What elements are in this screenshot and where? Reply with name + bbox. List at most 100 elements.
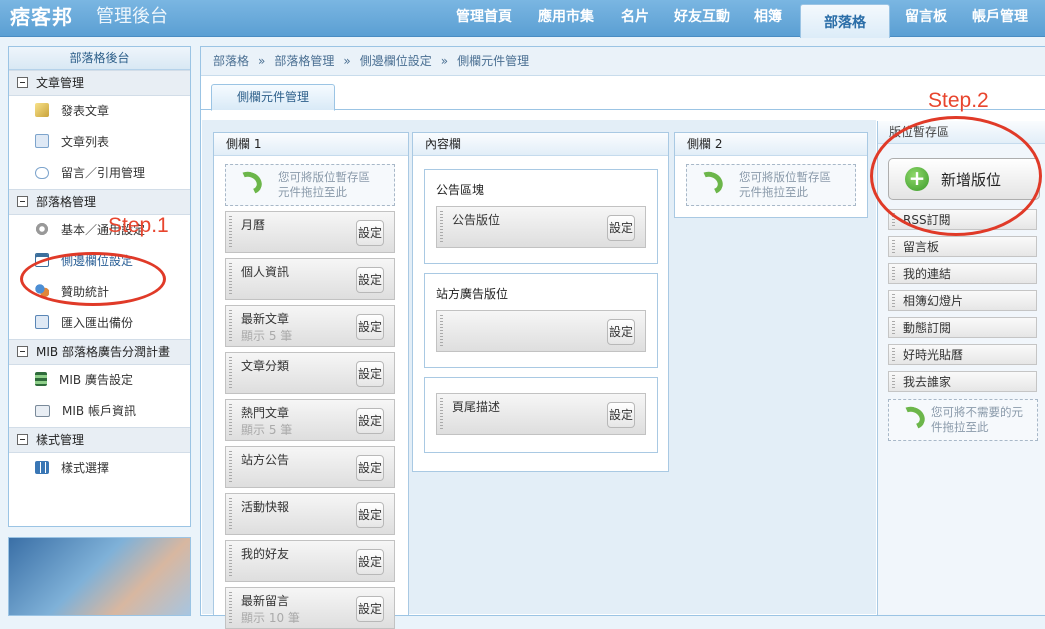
stored-widget-album-slideshow[interactable]: 相簿幻燈片 <box>888 290 1037 311</box>
nav-album[interactable]: 相簿 <box>746 0 790 36</box>
breadcrumb-separator: » <box>343 54 351 68</box>
drag-handle-icon[interactable] <box>892 240 895 253</box>
breadcrumb-link-sidebar-settings[interactable]: 側邊欄位設定 <box>360 54 432 68</box>
settings-button[interactable]: 設定 <box>356 220 384 246</box>
settings-button[interactable]: 設定 <box>607 319 635 345</box>
widget-event-news[interactable]: 活動快報 設定 <box>225 493 395 535</box>
trash-drop-zone[interactable]: 您可將不需要的元 件拖拉至此 <box>888 399 1038 441</box>
footer-block: 頁尾描述 設定 <box>424 377 658 453</box>
settings-button[interactable]: 設定 <box>356 361 384 387</box>
collapse-icon[interactable] <box>17 77 28 88</box>
widget-profile[interactable]: 個人資訊 設定 <box>225 258 395 300</box>
settings-button[interactable]: 設定 <box>356 549 384 575</box>
stored-widget-good-times-calendar[interactable]: 好時光貼曆 <box>888 344 1037 365</box>
sidebar-item-post-article[interactable]: 發表文章 <box>9 96 190 127</box>
settings-button[interactable]: 設定 <box>356 502 384 528</box>
stored-widget-label: 我去誰家 <box>903 375 952 389</box>
collapse-icon[interactable] <box>17 196 28 207</box>
collapse-icon[interactable] <box>17 434 28 445</box>
settings-button[interactable]: 設定 <box>356 596 384 622</box>
sidebar-item-comments[interactable]: 留言／引用管理 <box>9 158 190 189</box>
section-style-management[interactable]: 樣式管理 <box>9 427 190 453</box>
drag-handle-icon[interactable] <box>229 592 232 624</box>
widget-footer-description[interactable]: 頁尾描述 設定 <box>436 393 646 435</box>
drag-handle-icon[interactable] <box>229 357 232 389</box>
drop-hint-line: 您可將版位暫存區 <box>739 170 831 184</box>
drag-handle-icon[interactable] <box>229 545 232 577</box>
drag-handle-icon[interactable] <box>440 398 443 430</box>
nav-admin-home[interactable]: 管理首頁 <box>444 0 524 36</box>
settings-button[interactable]: 設定 <box>356 267 384 293</box>
widget-latest-comments[interactable]: 最新留言 顯示 10 筆 設定 <box>225 587 395 629</box>
sidebar-item-label: MIB 廣告設定 <box>59 373 133 387</box>
drag-handle-icon[interactable] <box>892 321 895 334</box>
stored-widget-guestbook[interactable]: 留言板 <box>888 236 1037 257</box>
widget-latest-articles[interactable]: 最新文章 顯示 5 筆 設定 <box>225 305 395 347</box>
settings-button[interactable]: 設定 <box>356 314 384 340</box>
drag-handle-icon[interactable] <box>229 216 232 248</box>
settings-button[interactable]: 設定 <box>356 408 384 434</box>
widget-site-ad-slot[interactable]: 設定 <box>436 310 646 352</box>
breadcrumb-link-blog-management[interactable]: 部落格管理 <box>274 54 334 68</box>
widget-name: 最新文章 <box>241 312 290 326</box>
drag-handle-icon[interactable] <box>229 310 232 342</box>
widget-name: 頁尾描述 <box>452 400 501 414</box>
widget-announcement-slot[interactable]: 公告版位 設定 <box>436 206 646 248</box>
sidebar-item-style-select[interactable]: 樣式選擇 <box>9 453 190 484</box>
sidebar-item-mib-ad-settings[interactable]: MIB 廣告設定 <box>9 365 190 396</box>
drop-hint-line: 您可將版位暫存區 <box>278 170 370 184</box>
drag-handle-icon[interactable] <box>892 375 895 388</box>
nav-account[interactable]: 帳戶管理 <box>963 0 1037 36</box>
section-article-management[interactable]: 文章管理 <box>9 70 190 96</box>
nav-guestbook[interactable]: 留言板 <box>895 0 957 36</box>
documents-icon <box>35 134 49 148</box>
nav-blog[interactable]: 部落格 <box>800 4 890 38</box>
collapse-icon[interactable] <box>17 346 28 357</box>
sidebar-item-mib-account[interactable]: MIB 帳戶資訊 <box>9 396 190 427</box>
section-title: 部落格管理 <box>36 195 97 209</box>
drag-handle-icon[interactable] <box>440 211 443 243</box>
drag-handle-icon[interactable] <box>229 498 232 530</box>
sidebar-title: 部落格後台 <box>9 47 190 70</box>
section-blog-management[interactable]: 部落格管理 <box>9 189 190 215</box>
widget-site-announcement[interactable]: 站方公告 設定 <box>225 446 395 488</box>
settings-button[interactable]: 設定 <box>607 215 635 241</box>
widget-calendar[interactable]: 月曆 設定 <box>225 211 395 253</box>
drop-zone[interactable]: 您可將版位暫存區 元件拖拉至此 <box>686 164 856 206</box>
breadcrumb-current: 側欄元件管理 <box>457 54 530 68</box>
section-mib-ads[interactable]: MIB 部落格廣告分潤計畫 <box>9 339 190 365</box>
grid-icon <box>35 461 49 474</box>
promo-banner-image[interactable] <box>8 537 191 616</box>
drag-handle-icon[interactable] <box>229 404 232 436</box>
step2-annotation: Step.2 <box>928 89 989 112</box>
drag-handle-icon[interactable] <box>892 348 895 361</box>
sidebar2-column: 側欄 2 您可將版位暫存區 元件拖拉至此 <box>674 132 868 218</box>
drag-handle-icon[interactable] <box>440 315 443 347</box>
sidebar-item-import-export[interactable]: 匯入匯出備份 <box>9 308 190 339</box>
nav-friends[interactable]: 好友互動 <box>662 0 742 36</box>
tab-sidebar-widgets[interactable]: 側欄元件管理 <box>211 84 335 111</box>
widget-name: 月曆 <box>241 218 266 232</box>
widget-categories[interactable]: 文章分類 設定 <box>225 352 395 394</box>
settings-button[interactable]: 設定 <box>607 402 635 428</box>
widget-my-friends[interactable]: 我的好友 設定 <box>225 540 395 582</box>
stored-widget-feed-subscribe[interactable]: 動態訂閱 <box>888 317 1037 338</box>
drag-handle-icon[interactable] <box>892 267 895 280</box>
drag-handle-icon[interactable] <box>892 294 895 307</box>
drop-zone[interactable]: 您可將版位暫存區 元件拖拉至此 <box>225 164 395 206</box>
nav-app-market[interactable]: 應用市集 <box>526 0 606 36</box>
nav-namecard[interactable]: 名片 <box>610 0 660 36</box>
pixnet-logo[interactable]: 痞客邦 <box>10 3 73 31</box>
stored-widget-my-links[interactable]: 我的連結 <box>888 263 1037 284</box>
drag-handle-icon[interactable] <box>229 263 232 295</box>
breadcrumb: 部落格 » 部落格管理 » 側邊欄位設定 » 側欄元件管理 <box>201 47 1045 76</box>
drag-arrow-icon <box>694 168 726 198</box>
settings-button[interactable]: 設定 <box>356 455 384 481</box>
widget-popular-articles[interactable]: 熱門文章 顯示 5 筆 設定 <box>225 399 395 441</box>
sidebar-item-article-list[interactable]: 文章列表 <box>9 127 190 158</box>
stored-widget-visited[interactable]: 我去誰家 <box>888 371 1037 392</box>
film-icon <box>35 372 47 386</box>
drag-handle-icon[interactable] <box>229 451 232 483</box>
admin-title: 管理後台 <box>96 6 168 27</box>
breadcrumb-link-blog[interactable]: 部落格 <box>213 54 249 68</box>
